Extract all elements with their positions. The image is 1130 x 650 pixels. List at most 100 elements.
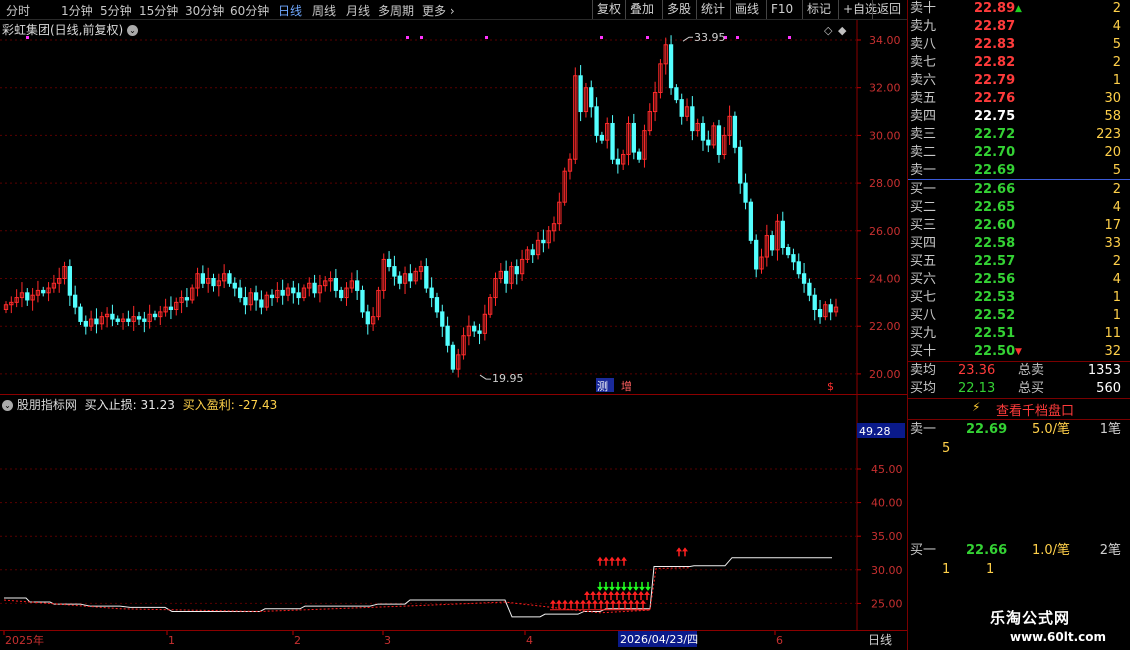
ask-row[interactable]: 卖八 22.83 5 xyxy=(908,36,1130,54)
timeframe-7[interactable]: 周线 xyxy=(312,2,336,19)
detail-count: 2笔 xyxy=(1099,543,1121,558)
ask-row[interactable]: 卖七 22.82 2 xyxy=(908,54,1130,72)
indicator-chart[interactable]: 49.28 45.00 40.00 35.00 30.00 25.00 xyxy=(0,395,907,631)
candle-body xyxy=(184,297,190,301)
row-volume: 11 xyxy=(1104,326,1121,341)
candle-body xyxy=(397,275,402,284)
candle-body xyxy=(770,235,775,251)
bid-row[interactable]: 买四 22.58 33 xyxy=(908,235,1130,253)
y-tick-label: 24.00 xyxy=(869,273,901,286)
bid-row[interactable]: 买五 22.57 2 xyxy=(908,253,1130,271)
ask1-detail-row[interactable]: 卖一 22.69 5.0/笔 1笔 xyxy=(908,421,1130,439)
toolbar-button-1[interactable]: 叠加 xyxy=(625,0,658,19)
up-arrow-icon xyxy=(556,599,562,609)
timeframe-5[interactable]: 60分钟 xyxy=(230,2,269,19)
row-label: 买四 xyxy=(910,236,937,251)
timeframe-3[interactable]: 15分钟 xyxy=(139,2,178,19)
up-arrow-icon xyxy=(574,599,580,609)
candle-body xyxy=(126,318,131,322)
up-arrow-icon xyxy=(682,547,688,557)
ask-row[interactable]: 卖六 22.79 1 xyxy=(908,72,1130,90)
ind-y-tick-label: 30.00 xyxy=(871,564,903,577)
row-price: 22.79 xyxy=(974,73,1016,88)
bid-row[interactable]: 买十 22.50 32 ▼ xyxy=(908,343,1130,361)
x-axis-label: 2025年 xyxy=(5,633,44,647)
timeframe-8[interactable]: 月线 xyxy=(346,2,370,19)
ask-row[interactable]: 卖十 22.89 2 ▲ xyxy=(908,0,1130,18)
candle-body xyxy=(110,313,115,320)
row-label: 卖六 xyxy=(910,73,937,88)
stock-title: 彩虹集团(日线,前复权) xyxy=(2,23,124,37)
detail-count: 1笔 xyxy=(1099,422,1121,437)
toolbar-button-5[interactable]: F10 xyxy=(766,0,797,19)
ask-row[interactable]: 卖四 22.75 58 xyxy=(908,108,1130,126)
row-volume: 5 xyxy=(1112,37,1121,52)
row-label: 卖十 xyxy=(910,1,937,16)
row-price: 22.53 xyxy=(974,290,1016,305)
up-arrow-icon xyxy=(550,599,556,609)
bid1-detail-row[interactable]: 买一 22.66 1.0/笔 2笔 xyxy=(908,542,1130,560)
candlestick-chart[interactable]: 34.00 32.00 30.00 28.00 26.00 24.00 22.00 20.00… xyxy=(0,20,907,395)
candle-body xyxy=(706,139,711,146)
order-book-panel: 卖十 22.89 2 ▲ 卖九 22.87 4 卖八 22.83 5 卖七 22.82 2 卖六 22.79… xyxy=(907,0,1130,650)
depth-button[interactable]: 查看千档盘口 xyxy=(996,400,1074,419)
toolbar-button-3[interactable]: 统计 xyxy=(696,0,729,19)
ask-row[interactable]: 卖一 22.69 5 xyxy=(908,162,1130,180)
toolbar-button-6[interactable]: 标记 xyxy=(802,0,835,19)
timeframe-2[interactable]: 5分钟 xyxy=(100,2,132,19)
timeframe-9[interactable]: 多周期 xyxy=(378,2,414,19)
bid-row[interactable]: 买九 22.51 11 xyxy=(908,325,1130,343)
candle-body xyxy=(312,282,317,294)
row-volume: 30 xyxy=(1104,91,1121,106)
candle-body xyxy=(365,311,370,325)
toolbar-button-4[interactable]: 画线 xyxy=(730,0,763,19)
timeframe-6[interactable]: 日线 xyxy=(278,2,302,19)
bid-row[interactable]: 买二 22.65 4 xyxy=(908,199,1130,217)
row-price: 22.51 xyxy=(974,326,1016,341)
timeframe-10[interactable]: 更多 › xyxy=(422,2,455,19)
ask-row[interactable]: 卖五 22.76 30 xyxy=(908,90,1130,108)
row-volume: 20 xyxy=(1104,145,1121,160)
up-arrow-icon xyxy=(676,547,682,557)
up-arrow-icon xyxy=(580,599,586,609)
ask-row[interactable]: 卖三 22.72 223 xyxy=(908,126,1130,144)
marker-zeng: 增 xyxy=(621,379,632,393)
up-arrow-icon xyxy=(590,591,596,601)
row-volume: 4 xyxy=(1112,200,1121,215)
toolbar-button-8[interactable]: 返回 xyxy=(872,0,905,19)
candle-body xyxy=(530,249,535,256)
ask-row[interactable]: 卖九 22.87 4 xyxy=(908,18,1130,36)
candle-body xyxy=(589,87,594,108)
timeframe-0[interactable]: 分时 xyxy=(6,2,30,19)
indicator-title: ⌄ 股朋指标网 买入止损: 31.23 买入盈利: -27.43 xyxy=(2,396,277,413)
bid-row[interactable]: 买三 22.60 17 xyxy=(908,217,1130,235)
candle-body xyxy=(211,278,216,287)
indicator-dropdown-icon[interactable]: ⌄ xyxy=(2,400,13,411)
row-price: 22.69 xyxy=(974,163,1016,178)
sum-total-label: 总卖 xyxy=(1018,363,1045,378)
candle-body xyxy=(812,294,817,311)
row-label: 卖八 xyxy=(910,37,937,52)
timeframe-4[interactable]: 30分钟 xyxy=(185,2,224,19)
avg-ask-row: 卖均 23.36 总卖 1353 xyxy=(908,362,1130,380)
bid-row[interactable]: 买七 22.53 1 xyxy=(908,289,1130,307)
diamond-icon: ◇ xyxy=(824,24,833,37)
up-arrow-icon xyxy=(598,599,604,609)
ind-y-tick-label: 40.00 xyxy=(871,497,903,510)
dropdown-icon[interactable]: ⌄ xyxy=(127,25,139,36)
row-label: 卖九 xyxy=(910,19,937,34)
sum-label: 卖均 xyxy=(910,363,937,378)
up-arrow-icon xyxy=(632,591,638,601)
bid-row[interactable]: 买八 22.52 1 xyxy=(908,307,1130,325)
row-volume: 4 xyxy=(1112,272,1121,287)
up-arrow-icon xyxy=(584,591,590,601)
timeframe-1[interactable]: 1分钟 xyxy=(61,2,93,19)
toolbar-button-2[interactable]: 多股 xyxy=(662,0,695,19)
bid1-detail-volume: 1 xyxy=(986,562,995,577)
bid-row[interactable]: 买一 22.66 2 xyxy=(908,181,1130,199)
up-arrow-icon xyxy=(621,556,627,566)
bid-row[interactable]: 买六 22.56 4 xyxy=(908,271,1130,289)
toolbar-button-0[interactable]: 复权 xyxy=(592,0,625,19)
ask-row[interactable]: 卖二 22.70 20 xyxy=(908,144,1130,162)
candle-body xyxy=(142,318,147,322)
